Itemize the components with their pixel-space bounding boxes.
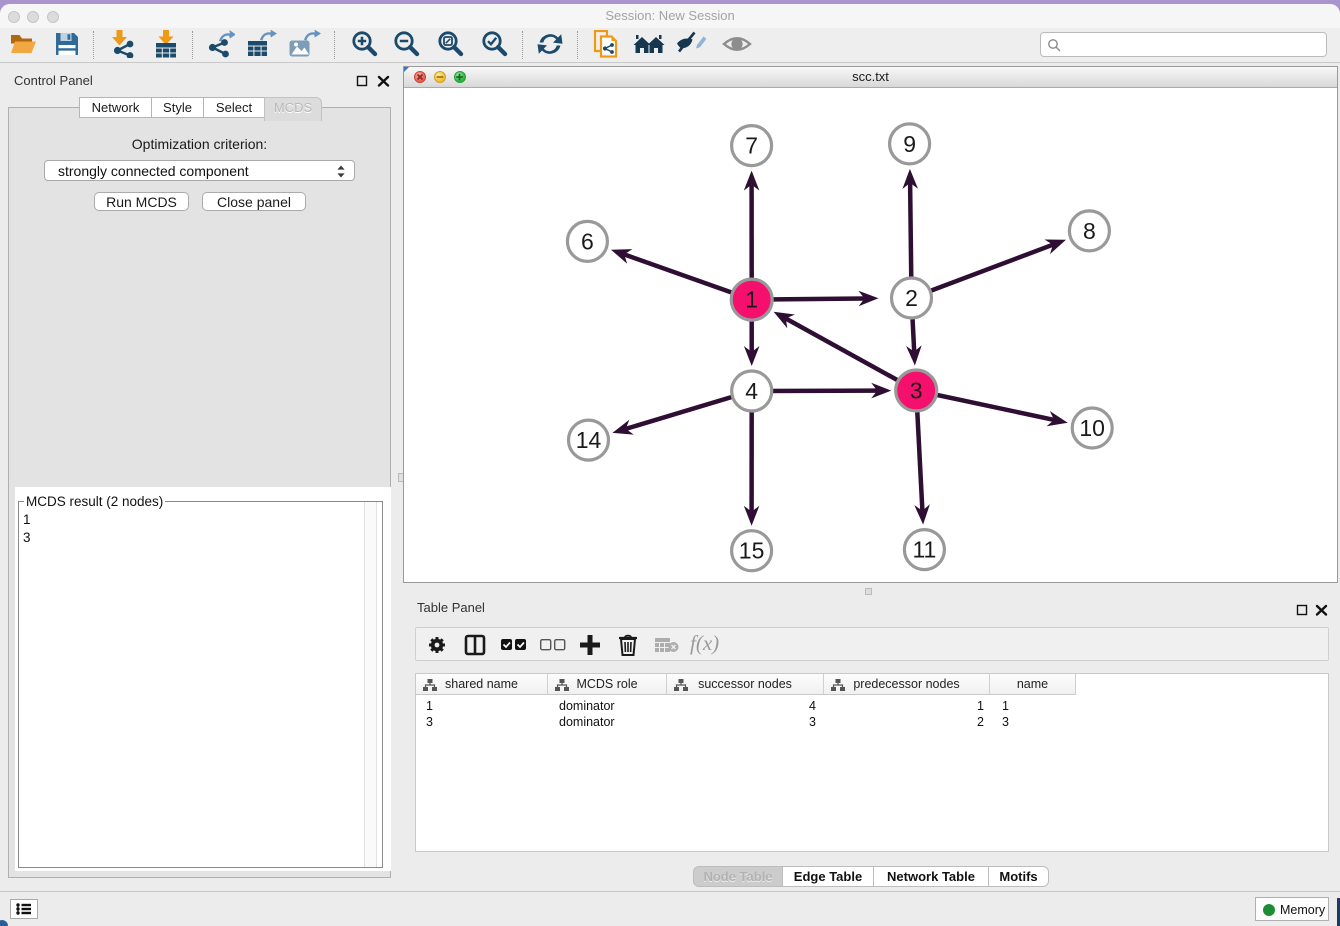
svg-text:6: 6 bbox=[581, 228, 594, 254]
svg-text:1: 1 bbox=[745, 287, 758, 313]
svg-text:9: 9 bbox=[903, 131, 916, 157]
svg-text:11: 11 bbox=[912, 537, 936, 563]
svg-text:15: 15 bbox=[739, 538, 765, 564]
svg-text:8: 8 bbox=[1083, 218, 1096, 244]
svg-text:10: 10 bbox=[1079, 415, 1105, 441]
svg-text:3: 3 bbox=[910, 378, 923, 404]
svg-text:7: 7 bbox=[745, 133, 758, 159]
svg-text:14: 14 bbox=[576, 427, 602, 453]
svg-text:2: 2 bbox=[905, 285, 918, 311]
svg-text:4: 4 bbox=[745, 378, 758, 404]
